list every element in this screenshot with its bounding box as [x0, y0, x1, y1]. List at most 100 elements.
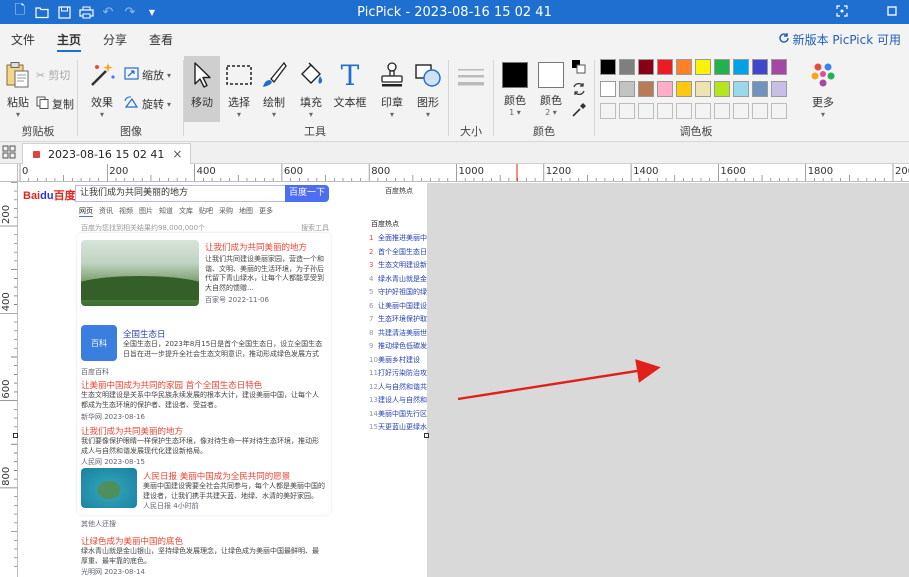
palette-swatch[interactable]	[714, 103, 730, 119]
secondary-color-button[interactable]: 颜色 2 ▾	[532, 56, 570, 122]
resize-handle[interactable]	[13, 433, 18, 438]
effects-button[interactable]: 效果 ▾	[84, 56, 120, 122]
chevron-down-icon: ▾	[271, 110, 276, 119]
resize-button[interactable]: 缩放 ▾	[124, 65, 171, 85]
search-nav-item: 知道	[159, 207, 173, 215]
palette-swatch[interactable]	[619, 103, 635, 119]
hot-text: 绿水青山就是金山银山	[378, 274, 427, 283]
result-meta: 光明网 2023-08-14	[81, 568, 145, 576]
palette-swatch[interactable]	[733, 81, 749, 97]
update-notice-link[interactable]: 新版本 PicPick 可用	[778, 31, 901, 48]
palette-swatch[interactable]	[752, 81, 768, 97]
palette-swatch[interactable]	[600, 81, 616, 97]
result-title: 让绿色成为美丽中国的底色	[81, 537, 184, 547]
tab-share[interactable]: 分享	[92, 24, 138, 54]
palette-swatch[interactable]	[676, 81, 692, 97]
tab-file[interactable]: 文件	[0, 24, 46, 54]
palette-swatch[interactable]	[619, 59, 635, 75]
capture-icon[interactable]	[835, 4, 849, 18]
more-colors-button[interactable]: 更多 ▾	[806, 56, 840, 122]
close-icon[interactable]: ×	[172, 147, 182, 161]
ruler-label: 400	[197, 166, 216, 177]
result-snippet: 让我们共同建设美丽家园，营造一个和谐、文明、美丽的生活环境，为子孙后代留下青山绿…	[205, 255, 324, 292]
palette-swatch[interactable]	[733, 59, 749, 75]
chevron-down-icon: ▾	[425, 110, 430, 119]
new-file-icon[interactable]: 🗋	[12, 3, 28, 20]
result-snippet: 全国生态日，2023年8月15日是首个全国生态日，设立全国生态日旨在进一步提升全…	[123, 340, 323, 358]
palette-swatch[interactable]	[676, 59, 692, 75]
palette-swatch[interactable]	[676, 103, 692, 119]
palette-swatch[interactable]	[752, 59, 768, 75]
palette-swatch[interactable]	[600, 103, 616, 119]
result-snippet: 生态文明建设是关系中华民族永续发展的根本大计，建设美丽中国，让每个人都成为生态环…	[81, 391, 319, 409]
palette-swatch[interactable]	[695, 59, 711, 75]
result-meta: 百度百科	[81, 368, 109, 376]
chevron-down-icon: ▾	[99, 110, 104, 119]
document-tab[interactable]: 2023-08-16 15 02 41 ×	[22, 143, 192, 164]
save-icon[interactable]	[56, 4, 72, 20]
fill-tool-button[interactable]: 填充 ▾	[293, 56, 329, 122]
palette-swatch[interactable]	[619, 81, 635, 97]
palette-swatch[interactable]	[638, 103, 654, 119]
palette-swatch[interactable]	[695, 103, 711, 119]
palette-swatch[interactable]	[752, 103, 768, 119]
hot-list-item: 11打好污染防治攻坚战	[369, 368, 427, 378]
resize-handle[interactable]	[424, 433, 429, 438]
customize-icon[interactable]: ▼	[144, 4, 160, 20]
palette-swatch[interactable]	[714, 59, 730, 75]
palette-swatch[interactable]	[657, 81, 673, 97]
palette-swatch[interactable]	[771, 81, 787, 97]
paste-button[interactable]: 粘贴 ▾	[0, 56, 36, 122]
tab-home[interactable]: 主页	[46, 24, 92, 54]
hot-text: 生态环境保护取得新进展	[378, 315, 427, 323]
shape-tool-button[interactable]: 图形 ▾	[410, 56, 446, 122]
text-t-icon: T	[335, 60, 365, 90]
reset-colors-icon[interactable]	[571, 82, 587, 96]
hot-list-item: 1 全面推进美丽中国建设	[369, 233, 427, 243]
palette-swatch[interactable]	[657, 59, 673, 75]
maximize-icon[interactable]	[885, 4, 899, 18]
redo-icon[interactable]: ↷	[122, 4, 138, 20]
swap-colors-icon[interactable]	[572, 60, 586, 74]
cut-button[interactable]: ✂ 剪切	[36, 65, 70, 85]
move-tool-button[interactable]: 移动	[184, 56, 220, 122]
primary-color-button[interactable]: 颜色 1 ▾	[496, 56, 534, 122]
palette-swatch[interactable]	[657, 103, 673, 119]
open-folder-icon[interactable]	[34, 4, 50, 20]
primary-color-swatch	[502, 62, 528, 88]
ruler-label: 800	[371, 166, 390, 177]
palette-swatch[interactable]	[600, 59, 616, 75]
search-box: 让我们成为共同美丽的地方	[75, 185, 285, 202]
result-title: 让我们成为共同美丽的地方	[205, 243, 308, 253]
paste-icon	[3, 60, 33, 90]
textbox-tool-button[interactable]: T 文本框	[332, 56, 368, 122]
search-nav-item: 采购	[219, 207, 233, 215]
palette-swatch[interactable]	[714, 81, 730, 97]
ruler-label: 1600	[720, 166, 745, 177]
stamp-tool-button[interactable]: 印章 ▾	[374, 56, 410, 122]
palette-swatch[interactable]	[695, 81, 711, 97]
hot-list-item: 15天更蓝山更绿水更清	[369, 422, 427, 432]
palette-swatch[interactable]	[638, 59, 654, 75]
rotate-button[interactable]: 旋转 ▾	[124, 94, 171, 114]
scissors-icon: ✂	[36, 68, 46, 82]
grid-view-icon[interactable]	[2, 145, 18, 161]
draw-tool-button[interactable]: 绘制 ▾	[256, 56, 292, 122]
palette-swatch[interactable]	[771, 103, 787, 119]
svg-text:T: T	[341, 61, 360, 89]
image-group: 效果 ▾ 缩放 ▾ 旋转 ▾ 图像	[80, 54, 182, 142]
copy-button[interactable]: 复制	[36, 94, 74, 114]
colors-group: 颜色 1 ▾ 颜色 2 ▾ 颜色	[494, 54, 594, 142]
palette-swatch[interactable]	[733, 103, 749, 119]
print-icon[interactable]	[78, 4, 94, 20]
hot-rank: 9	[369, 342, 374, 350]
palette-swatch[interactable]	[638, 81, 654, 97]
captured-image[interactable]: Baidu百度 让我们成为共同美丽的地方 百度一下 百度热点 网页 资讯 视频 图片知…	[19, 183, 427, 577]
select-tool-button[interactable]: 选择 ▾	[221, 56, 257, 122]
eyedropper-icon[interactable]	[571, 102, 587, 118]
tab-view[interactable]: 查看	[138, 24, 184, 54]
undo-icon[interactable]: ↶	[100, 4, 116, 20]
line-size-icon[interactable]	[458, 66, 484, 92]
hot-text: 守护好祖国的绿水青山	[378, 288, 427, 296]
palette-swatch[interactable]	[771, 59, 787, 75]
